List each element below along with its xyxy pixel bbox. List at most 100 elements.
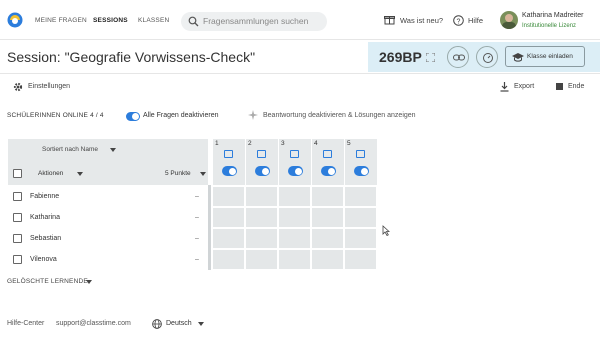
question-toggle[interactable] [321, 166, 336, 176]
student-checkbox[interactable] [13, 234, 22, 243]
student-name[interactable]: Katharina [30, 214, 60, 221]
question-column-1[interactable]: 1 [213, 139, 245, 185]
settings-button[interactable]: Einstellungen [28, 83, 70, 90]
student-score: – [195, 256, 199, 263]
answer-cell[interactable] [279, 250, 310, 269]
question-number: 4 [314, 140, 318, 147]
answer-cell[interactable] [279, 229, 310, 248]
whats-new-link[interactable]: Was ist neu? [400, 16, 443, 25]
student-name[interactable]: Fabienne [30, 193, 59, 200]
timer-button[interactable] [476, 46, 498, 68]
student-checkbox[interactable] [13, 192, 22, 201]
mouse-cursor-icon [382, 225, 390, 236]
text-input-icon [257, 150, 266, 158]
chevron-down-icon[interactable] [77, 172, 83, 176]
column-separator [208, 185, 211, 270]
question-number: 2 [248, 140, 252, 147]
help-link[interactable]: Hilfe [468, 16, 483, 25]
answer-cell[interactable] [345, 229, 376, 248]
sparkle-icon[interactable] [248, 110, 258, 120]
nav-my-questions[interactable]: MEINE FRAGEN [35, 17, 87, 24]
invite-class-button[interactable]: Klasse einladen [505, 46, 585, 67]
answer-cell[interactable] [213, 250, 244, 269]
answer-cell[interactable] [279, 208, 310, 227]
disable-answers-button[interactable]: Beantwortung deaktivieren & Lösungen anz… [263, 112, 416, 119]
question-column-2[interactable]: 2 [246, 139, 278, 185]
answer-cell[interactable] [279, 187, 310, 206]
graduation-cap-icon [512, 53, 524, 62]
link-button[interactable] [447, 46, 469, 68]
stop-icon[interactable] [556, 83, 563, 90]
answer-cell[interactable] [246, 208, 277, 227]
answer-cell[interactable] [213, 187, 244, 206]
nav-classes[interactable]: KLASSEN [138, 17, 169, 24]
search-input[interactable]: Fragensammlungen suchen [181, 12, 327, 31]
help-center-link[interactable]: Hilfe-Center [7, 320, 44, 327]
user-name: Katharina Madreiter [522, 12, 584, 19]
question-toggle[interactable] [255, 166, 270, 176]
student-score: – [195, 214, 199, 221]
list-icon [323, 150, 332, 158]
list-icon [224, 150, 233, 158]
fullscreen-icon[interactable] [426, 53, 435, 62]
classtime-logo[interactable] [7, 12, 23, 28]
answer-cell[interactable] [312, 250, 343, 269]
student-name[interactable]: Sebastian [30, 235, 61, 242]
deleted-students-toggle[interactable]: GELÖSCHTE LERNENDE [7, 278, 88, 285]
gear-icon[interactable] [13, 82, 23, 92]
answer-cell[interactable] [312, 208, 343, 227]
answer-cell[interactable] [213, 229, 244, 248]
student-name[interactable]: Vilenova [30, 256, 57, 263]
list-icon [290, 150, 299, 158]
answer-cell[interactable] [312, 187, 343, 206]
sort-by-name-dropdown[interactable]: Sortiert nach Name [42, 146, 98, 153]
help-icon[interactable]: ? [453, 15, 464, 26]
students-online-count: SCHÜLERINNEN ONLINE 4 / 4 [7, 112, 104, 119]
session-code: 269BP [379, 49, 422, 65]
download-icon[interactable] [500, 82, 509, 92]
chevron-down-icon[interactable] [200, 172, 206, 176]
avatar[interactable] [500, 11, 518, 29]
actions-dropdown[interactable]: Aktionen [38, 170, 63, 177]
page-title: Session: "Geografie Vorwissens-Check" [7, 49, 256, 65]
top-navigation-bar: MEINE FRAGEN SESSIONS KLASSEN Fragensamm… [0, 0, 600, 40]
link-icon [453, 54, 465, 61]
chevron-down-icon[interactable] [198, 322, 204, 326]
end-session-button[interactable]: Ende [568, 83, 584, 90]
answer-cell[interactable] [345, 187, 376, 206]
export-button[interactable]: Export [514, 83, 534, 90]
globe-icon [152, 319, 162, 329]
student-score: – [195, 193, 199, 200]
select-all-checkbox[interactable] [13, 169, 22, 178]
list-icon [356, 150, 365, 158]
nav-sessions[interactable]: SESSIONS [93, 17, 128, 24]
answer-cell[interactable] [312, 229, 343, 248]
question-column-3[interactable]: 3 [279, 139, 311, 185]
answer-cell[interactable] [213, 208, 244, 227]
answer-cell[interactable] [246, 250, 277, 269]
answer-cell[interactable] [345, 250, 376, 269]
answer-cell[interactable] [246, 187, 277, 206]
question-column-4[interactable]: 4 [312, 139, 344, 185]
question-column-5[interactable]: 5 [345, 139, 377, 185]
student-checkbox[interactable] [13, 213, 22, 222]
question-toggle[interactable] [288, 166, 303, 176]
all-questions-toggle[interactable] [126, 112, 140, 121]
language-selector[interactable]: Deutsch [166, 320, 192, 327]
support-email-link[interactable]: support@classtime.com [56, 320, 131, 327]
question-number: 1 [215, 140, 219, 147]
user-license: Institutionelle Lizenz [522, 23, 577, 29]
points-dropdown[interactable]: 5 Punkte [165, 170, 191, 177]
chevron-down-icon[interactable] [110, 148, 116, 152]
search-icon [188, 16, 199, 27]
answer-cell[interactable] [246, 229, 277, 248]
gift-icon[interactable] [384, 14, 395, 25]
chevron-down-icon[interactable] [86, 280, 92, 284]
session-code-panel: 269BP Klasse einladen [368, 42, 600, 72]
question-number: 5 [347, 140, 351, 147]
svg-text:?: ? [457, 18, 461, 25]
student-checkbox[interactable] [13, 255, 22, 264]
answer-cell[interactable] [345, 208, 376, 227]
question-toggle[interactable] [222, 166, 237, 176]
question-toggle[interactable] [354, 166, 369, 176]
